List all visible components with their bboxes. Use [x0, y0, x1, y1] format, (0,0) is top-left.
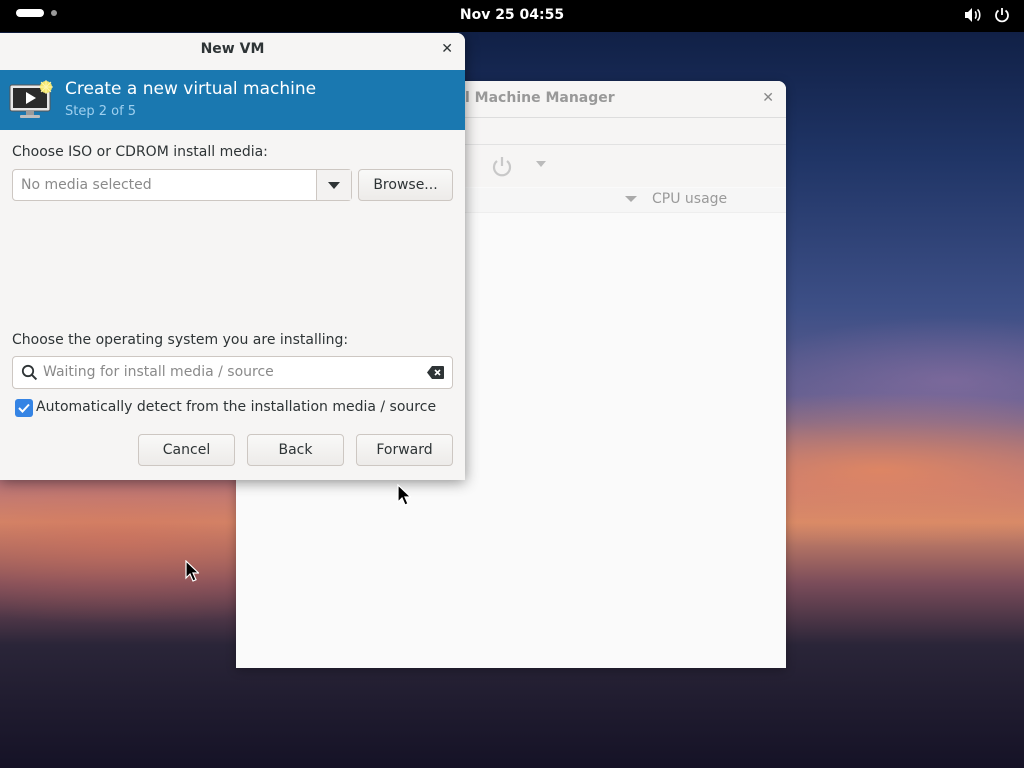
install-media-label: Choose ISO or CDROM install media:	[12, 144, 268, 160]
browse-button[interactable]: Browse...	[358, 169, 453, 201]
install-media-combo[interactable]: No media selected	[12, 169, 352, 201]
wizard-step: Step 2 of 5	[65, 104, 137, 119]
dialog-close-icon[interactable]: ✕	[441, 41, 453, 57]
dialog-title: New VM	[200, 41, 265, 57]
vm-power-dropdown-icon[interactable]	[536, 161, 546, 167]
mouse-pointer-icon	[397, 483, 412, 510]
os-search-placeholder: Waiting for install media / source	[43, 364, 274, 380]
vmm-close-icon[interactable]: ✕	[762, 90, 774, 106]
chevron-down-icon	[328, 182, 340, 189]
new-vm-dialog[interactable]: New VM ✕ Create a new virtual machine St…	[0, 33, 465, 480]
column-dropdown-icon[interactable]	[625, 196, 637, 202]
workspace-indicator	[51, 10, 57, 16]
auto-detect-checkbox[interactable]	[15, 399, 33, 417]
workspace-indicator-active	[16, 9, 44, 17]
cancel-button[interactable]: Cancel	[138, 434, 235, 466]
install-media-value: No media selected	[21, 177, 152, 193]
back-button[interactable]: Back	[247, 434, 344, 466]
system-tray[interactable]	[964, 7, 1010, 23]
activities-button[interactable]	[16, 9, 57, 17]
auto-detect-label[interactable]: Automatically detect from the installati…	[36, 399, 436, 415]
mouse-pointer-icon	[185, 559, 200, 586]
install-media-dropdown-button[interactable]	[316, 170, 351, 200]
os-search-input[interactable]: Waiting for install media / source	[12, 356, 453, 389]
cpu-usage-column[interactable]: CPU usage	[652, 191, 727, 207]
wizard-title: Create a new virtual machine	[65, 79, 317, 99]
os-label: Choose the operating system you are inst…	[12, 332, 349, 348]
vmm-title: l Machine Manager	[465, 90, 615, 106]
wizard-header: Create a new virtual machine Step 2 of 5	[0, 70, 465, 130]
forward-button[interactable]: Forward	[356, 434, 453, 466]
volume-icon	[964, 7, 982, 23]
clear-icon[interactable]	[427, 366, 444, 383]
top-bar: Nov 25 04:55	[0, 0, 1024, 32]
clock-area: Nov 25 04:55	[0, 7, 1024, 23]
vm-power-icon[interactable]	[490, 155, 514, 183]
power-icon	[994, 7, 1010, 23]
clock[interactable]: Nov 25 04:55	[460, 7, 564, 23]
virtual-machine-icon	[9, 80, 55, 124]
search-icon	[21, 364, 38, 385]
